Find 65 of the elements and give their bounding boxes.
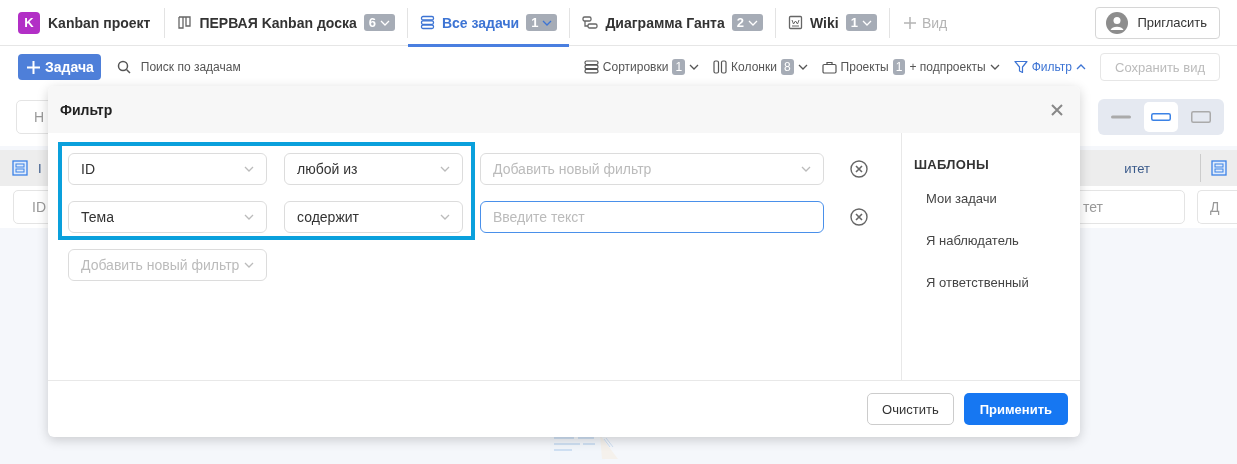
chevron-icon bbox=[689, 64, 700, 70]
list-icon bbox=[419, 15, 435, 30]
templates-heading: ШАБЛОНЫ bbox=[914, 157, 990, 172]
chevron-icon bbox=[1076, 64, 1087, 70]
new-task-button[interactable]: Задача bbox=[18, 54, 101, 80]
count-badge: 1 bbox=[892, 59, 906, 75]
chevron-icon bbox=[989, 64, 1000, 70]
chevron-icon bbox=[379, 19, 390, 26]
medium-row-icon bbox=[1151, 113, 1171, 121]
large-row-icon bbox=[1191, 111, 1211, 123]
chevron-icon bbox=[244, 214, 254, 220]
text-field[interactable]: Введите текст bbox=[480, 201, 824, 233]
filter-icon bbox=[1013, 60, 1028, 74]
chevron-icon bbox=[542, 19, 553, 26]
wiki-icon bbox=[788, 15, 803, 30]
columns-icon bbox=[713, 60, 728, 74]
chevron-icon bbox=[440, 214, 450, 220]
search-icon bbox=[116, 60, 131, 74]
template-item[interactable]: Мои задачи bbox=[914, 191, 1029, 233]
briefcase-icon bbox=[821, 60, 837, 74]
view-tab[interactable]: ПЕРВАЯ Kanban доска 6 bbox=[165, 1, 407, 47]
plus-icon bbox=[27, 60, 40, 74]
chevron-icon bbox=[244, 262, 254, 268]
chevron-icon bbox=[861, 19, 872, 26]
list-icon bbox=[583, 60, 599, 74]
compact-row-icon bbox=[1111, 115, 1131, 119]
operator-select[interactable]: содержит bbox=[284, 201, 463, 233]
field-select[interactable]: ID bbox=[68, 153, 267, 185]
column-header: итет bbox=[1124, 160, 1150, 176]
filter-menu[interactable]: Фильтр bbox=[1013, 60, 1087, 74]
chevron-icon bbox=[797, 64, 808, 70]
user-avatar-icon bbox=[1106, 11, 1129, 34]
invite-button[interactable]: Пригласить bbox=[1095, 6, 1220, 39]
count-badge: 8 bbox=[780, 59, 794, 75]
view-tab[interactable]: Диаграмма Ганта 2 bbox=[570, 1, 775, 47]
search-field[interactable]: Поиск по задачам bbox=[116, 60, 241, 74]
board-icon bbox=[177, 15, 193, 30]
gantt-icon bbox=[582, 15, 599, 30]
plus-icon bbox=[903, 16, 916, 29]
project-name[interactable]: Kanban проект bbox=[48, 14, 151, 31]
projects-menu[interactable]: Проекты 1 + подпроекты bbox=[821, 59, 1000, 75]
template-item[interactable]: Я ответственный bbox=[914, 275, 1029, 317]
density-toggle[interactable] bbox=[1144, 102, 1178, 132]
clear-button[interactable]: Очистить bbox=[867, 393, 954, 425]
sort-menu[interactable]: Сортировки 1 bbox=[583, 59, 700, 75]
view-tab[interactable]: Все задачи 1 bbox=[407, 1, 570, 47]
chevron-icon bbox=[801, 166, 811, 172]
chevron-icon bbox=[440, 166, 450, 172]
view-tab[interactable]: Wiki 1 bbox=[776, 1, 889, 47]
template-item[interactable]: Я наблюдатель bbox=[914, 233, 1029, 275]
remove-icon[interactable] bbox=[850, 208, 868, 226]
columns-menu[interactable]: Колонки 8 bbox=[713, 59, 808, 75]
remove-icon[interactable] bbox=[850, 160, 868, 178]
project-avatar: K bbox=[18, 11, 40, 34]
count-badge: 1 bbox=[672, 59, 686, 75]
column-icon bbox=[12, 160, 28, 176]
column-icon bbox=[1211, 160, 1227, 176]
column-header: I bbox=[38, 160, 42, 176]
close-icon[interactable] bbox=[1051, 103, 1063, 116]
operator-select[interactable]: любой из bbox=[284, 153, 463, 185]
dialog-title: Фильтр bbox=[60, 101, 113, 118]
chevron-icon bbox=[244, 166, 254, 172]
apply-button[interactable]: Применить bbox=[963, 393, 1068, 425]
chevron-icon bbox=[748, 19, 758, 26]
field-select[interactable]: Тема bbox=[68, 201, 267, 233]
